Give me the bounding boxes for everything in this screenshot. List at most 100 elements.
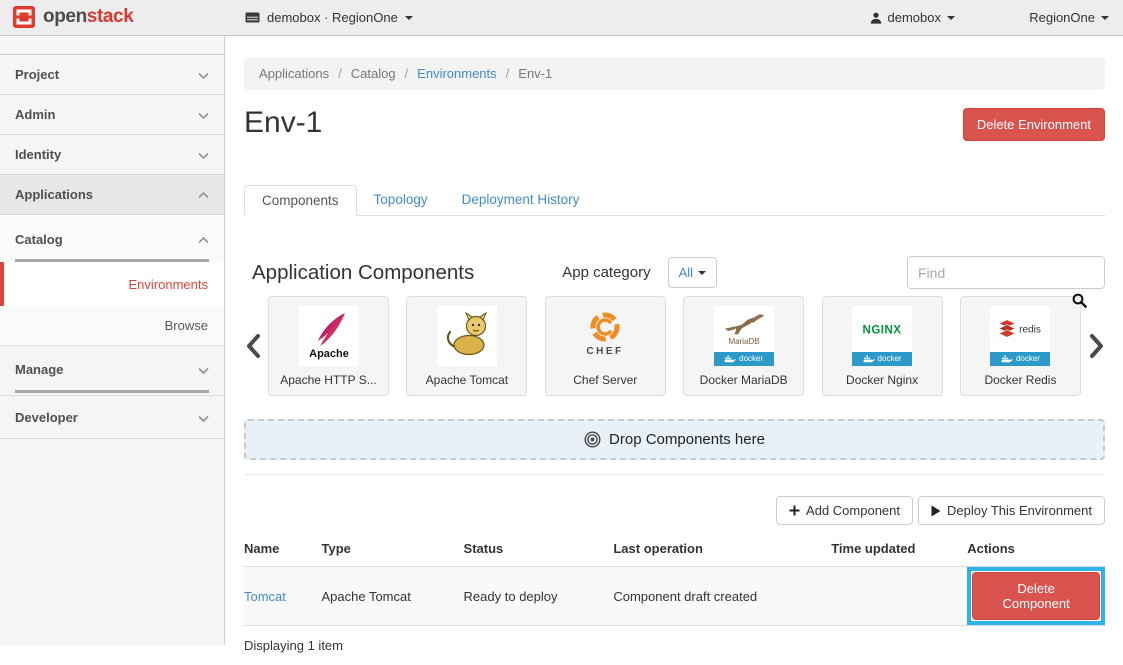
sidebar-catalog-panel: Catalog Environments Browse (0, 215, 224, 346)
caret-down-icon (1101, 16, 1109, 20)
plus-icon (789, 505, 800, 516)
breadcrumb-separator: / (506, 66, 510, 81)
context-label: demobox · RegionOne (267, 10, 398, 25)
component-card-apache-tomcat[interactable]: Apache Tomcat (406, 296, 527, 396)
chevron-up-icon (198, 232, 209, 247)
sidebar-item-developer[interactable]: Developer (0, 395, 224, 439)
sidebar-item-environments[interactable]: Environments (0, 262, 224, 306)
breadcrumb-environments-link[interactable]: Environments (417, 66, 496, 81)
component-card-apache-http[interactable]: Apache Apache HTTP S... (268, 296, 389, 396)
chevron-down-icon (198, 67, 209, 82)
chef-logo-text: CHEF (587, 346, 624, 357)
component-card-label: Docker MariaDB (684, 373, 803, 387)
component-type-cell: Apache Tomcat (321, 567, 463, 626)
docker-ribbon-text: docker (739, 355, 763, 363)
project-context-switcher[interactable]: demobox · RegionOne (245, 0, 413, 35)
main-content: Applications / Catalog / Environments / … (226, 36, 1123, 645)
component-actions-cell: Delete Component (967, 567, 1105, 626)
column-header-time-updated: Time updated (831, 532, 967, 567)
carousel-next-icon[interactable] (1088, 333, 1105, 359)
docker-whale-icon (863, 355, 875, 364)
sidebar-item-label: Manage (15, 362, 63, 377)
sidebar-item-manage[interactable]: Manage (0, 348, 224, 390)
manage-section-divider (15, 390, 209, 393)
nginx-logo: NGINX docker (852, 306, 912, 366)
region-menu-label: RegionOne (1029, 10, 1095, 25)
sidebar-top-stub (0, 36, 224, 55)
chef-logo: CHEF (575, 306, 635, 366)
sidebar-item-browse[interactable]: Browse (0, 306, 224, 346)
component-card-label: Apache HTTP S... (269, 373, 388, 387)
docker-ribbon: docker (714, 352, 774, 366)
logo-wordmark: openstack (43, 6, 133, 28)
component-time-updated-cell (831, 567, 967, 626)
breadcrumb-applications: Applications (259, 66, 329, 81)
caret-down-icon (405, 16, 413, 20)
sidebar-item-admin[interactable]: Admin (0, 95, 224, 135)
nginx-logo-text: NGINX (863, 325, 902, 337)
page-title: Env-1 (244, 105, 322, 140)
column-header-last-operation: Last operation (613, 532, 831, 567)
mariadb-logo-text: MariaDB (728, 337, 759, 346)
user-menu[interactable]: demobox (870, 0, 955, 35)
sidebar-item-label: Developer (15, 410, 78, 425)
sidebar-item-project[interactable]: Project (0, 55, 224, 95)
user-menu-label: demobox (888, 10, 941, 25)
delete-environment-button[interactable]: Delete Environment (963, 108, 1105, 141)
delete-component-button[interactable]: Delete Component (972, 572, 1100, 620)
breadcrumb-current: Env-1 (518, 66, 552, 81)
carousel-prev-icon[interactable] (244, 333, 261, 359)
tab-deployment-history[interactable]: Deployment History (445, 185, 597, 216)
column-header-type: Type (321, 532, 463, 567)
component-card-docker-nginx[interactable]: NGINX docker (822, 296, 943, 396)
component-card-label: Chef Server (546, 373, 665, 387)
caret-down-icon (698, 271, 706, 275)
add-component-button[interactable]: Add Component (776, 496, 913, 525)
find-input[interactable] (907, 256, 1105, 289)
tab-bar: Components Topology Deployment History (244, 185, 1105, 216)
region-menu[interactable]: RegionOne (1029, 0, 1109, 35)
docker-ribbon: docker (990, 352, 1050, 366)
sidebar-item-label: Browse (165, 318, 208, 333)
apache-http-logo: Apache (299, 306, 359, 366)
component-card-chef-server[interactable]: CHEF Chef Server (545, 296, 666, 396)
deploy-environment-label: Deploy This Environment (947, 503, 1092, 518)
sidebar-item-catalog[interactable]: Catalog (0, 215, 224, 259)
search-icon[interactable] (1072, 293, 1087, 313)
openstack-logo[interactable]: openstack (12, 5, 133, 29)
top-navbar: openstack demobox · RegionOne demobox Re… (0, 0, 1123, 36)
breadcrumb-separator: / (338, 66, 342, 81)
add-component-label: Add Component (806, 503, 900, 518)
column-header-name: Name (244, 532, 321, 567)
component-name-link[interactable]: Tomcat (244, 589, 286, 604)
component-last-operation-cell: Component draft created (613, 567, 831, 626)
component-card-docker-mariadb[interactable]: MariaDB docker (683, 296, 804, 396)
apache-logo-text: Apache (309, 348, 349, 360)
column-header-status: Status (464, 532, 614, 567)
docker-whale-icon (1001, 355, 1013, 364)
deploy-environment-button[interactable]: Deploy This Environment (918, 496, 1105, 525)
mariadb-logo: MariaDB docker (714, 306, 774, 366)
app-category-dropdown[interactable]: All (668, 257, 717, 288)
docker-ribbon: docker (852, 352, 912, 366)
sidebar-item-label: Environments (129, 277, 208, 292)
project-table-icon (245, 12, 260, 23)
sidebar-item-label: Catalog (15, 232, 63, 247)
app-category-label: App category (562, 264, 650, 281)
table-header-row: Name Type Status Last operation Time upd… (244, 532, 1105, 567)
drop-components-zone[interactable]: Drop Components here (244, 419, 1105, 460)
components-heading: Application Components (252, 261, 474, 285)
docker-ribbon-text: docker (878, 355, 902, 363)
redis-logo-text: redis (1020, 325, 1042, 336)
component-card-docker-redis[interactable]: redis docker (960, 296, 1081, 396)
component-card-label: Docker Redis (961, 373, 1080, 387)
play-icon (931, 505, 941, 517)
component-card-label: Docker Nginx (823, 373, 942, 387)
tab-topology[interactable]: Topology (357, 185, 445, 216)
tab-components[interactable]: Components (244, 185, 357, 216)
openstack-logo-icon (12, 5, 36, 29)
sidebar: Project Admin Identity Applications Cata… (0, 36, 225, 645)
sidebar-item-identity[interactable]: Identity (0, 135, 224, 175)
highlight-ring: Delete Component (967, 567, 1105, 625)
sidebar-item-applications[interactable]: Applications (0, 175, 224, 215)
